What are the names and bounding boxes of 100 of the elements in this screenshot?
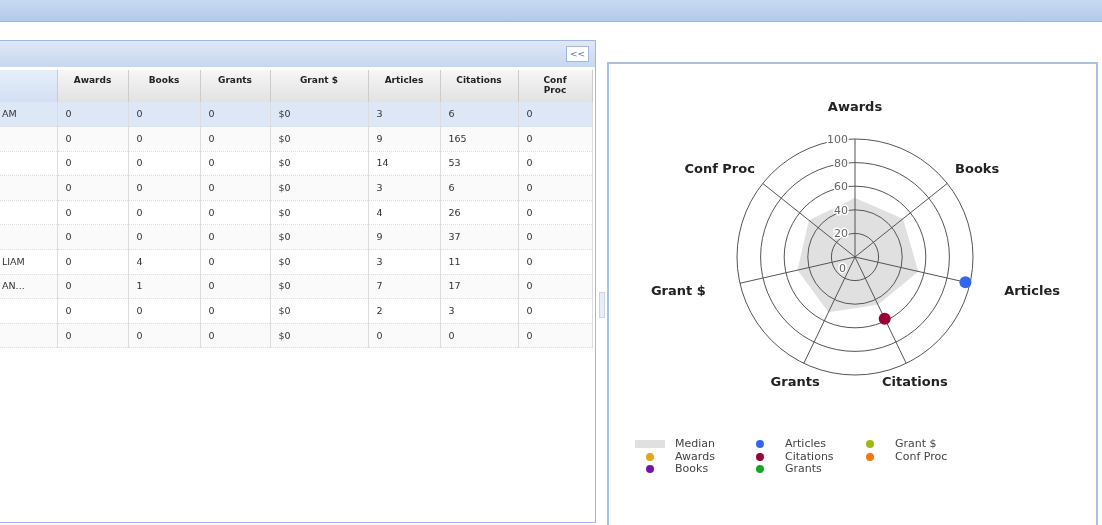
table-cell: 0 [526, 181, 533, 193]
table-cell: 0 [526, 206, 533, 218]
collapse-button[interactable]: << [565, 46, 589, 62]
table-cell: $0 [278, 206, 291, 218]
table-cell: 0 [65, 206, 72, 218]
table-cell: 0 [208, 304, 215, 316]
axis-label: Articles [1004, 283, 1060, 299]
table-cell: 0 [65, 181, 72, 193]
column-header[interactable]: Awards [57, 70, 128, 102]
table-cell: 7 [376, 280, 383, 292]
table-cell: 3 [448, 304, 455, 316]
table-cell: 0 [65, 107, 72, 119]
table-cell: LIAM [2, 255, 25, 267]
table-cell: 26 [448, 206, 461, 218]
table-cell: 0 [136, 304, 143, 316]
legend-label[interactable]: Books [675, 463, 709, 476]
legend-label[interactable]: Grants [785, 463, 822, 476]
table-cell: 0 [136, 181, 143, 193]
table-cell: 0 [65, 280, 72, 292]
table-cell: $0 [278, 181, 291, 193]
table-cell: 0 [526, 255, 533, 267]
table-cell: AN... [2, 280, 25, 292]
table-cell: 6 [448, 181, 455, 193]
axis-label: Citations [882, 373, 948, 389]
table-cell: 0 [526, 329, 533, 341]
table-cell: 0 [136, 132, 143, 144]
data-point[interactable] [878, 312, 891, 325]
table-cell: 0 [526, 132, 533, 144]
table-cell: 37 [448, 231, 461, 243]
table-cell: 9 [376, 132, 383, 144]
table-cell: 0 [136, 206, 143, 218]
table-cell: 0 [208, 329, 215, 341]
table-cell: 0 [65, 304, 72, 316]
table-cell: 0 [136, 231, 143, 243]
table-cell: $0 [278, 280, 291, 292]
axis-label: Books [955, 161, 1000, 177]
table-cell: 0 [65, 231, 72, 243]
table-cell: 0 [65, 132, 72, 144]
table-cell: 0 [526, 304, 533, 316]
column-header[interactable]: Grants [200, 70, 270, 102]
legend-label[interactable]: Awards [675, 450, 715, 463]
table-cell: 3 [376, 107, 383, 119]
table-cell: 53 [448, 157, 461, 169]
column-header[interactable]: Articles [368, 70, 440, 102]
table-cell: $0 [278, 132, 291, 144]
table-cell: 0 [136, 329, 143, 341]
tick-label: 20 [834, 227, 848, 241]
table-cell: $0 [278, 107, 291, 119]
legend-label[interactable]: Grant $ [895, 438, 937, 451]
table-cell: $0 [278, 304, 291, 316]
column-header[interactable]: Books [128, 70, 200, 102]
axis-label: Grants [770, 373, 820, 389]
table-cell: 4 [376, 206, 383, 218]
table-cell: 14 [376, 157, 389, 169]
data-point[interactable] [959, 276, 972, 289]
table-cell: 6 [448, 107, 455, 119]
table-cell: 1 [136, 280, 143, 292]
table-cell: 0 [376, 329, 383, 341]
table-cell: 0 [526, 280, 533, 292]
table-cell: 4 [136, 255, 143, 267]
table-cell: $0 [278, 157, 291, 169]
table-cell: 9 [376, 231, 383, 243]
column-header[interactable]: Conf Proc [518, 70, 592, 102]
table-cell: 0 [136, 107, 143, 119]
table-cell: 0 [208, 157, 215, 169]
table-cell: 0 [448, 329, 455, 341]
table-cell: 0 [136, 157, 143, 169]
column-header[interactable]: Citations [440, 70, 518, 102]
table-cell: 3 [376, 255, 383, 267]
table-cell: 0 [208, 231, 215, 243]
splitter-handle[interactable] [599, 292, 605, 318]
table-cell: $0 [278, 329, 291, 341]
table-cell: 0 [208, 255, 215, 267]
table-cell: 0 [208, 206, 215, 218]
legend-label[interactable]: Median [675, 438, 715, 451]
table-cell: 0 [65, 329, 72, 341]
table-cell: 0 [526, 157, 533, 169]
legend-label[interactable]: Citations [785, 450, 834, 463]
table-cell: 11 [448, 255, 461, 267]
table-cell: 0 [208, 132, 215, 144]
legend-label[interactable]: Articles [785, 438, 827, 451]
tick-label: 0 [839, 262, 846, 275]
axis-label: Grant $ [650, 283, 706, 299]
table-cell: 0 [208, 107, 215, 119]
legend-label[interactable]: Conf Proc [895, 450, 948, 463]
axis-label: Awards [827, 99, 883, 114]
table-cell: 0 [208, 181, 215, 193]
table-cell: 0 [526, 231, 533, 243]
table-cell: 0 [65, 157, 72, 169]
table-cell: $0 [278, 231, 291, 243]
table-cell: 17 [448, 280, 461, 292]
table-cell: 2 [376, 304, 383, 316]
table-cell: $0 [278, 255, 291, 267]
table-cell: 3 [376, 181, 383, 193]
column-header[interactable]: Grant $ [270, 70, 368, 102]
table-cell: AM [2, 107, 17, 119]
table-cell: 0 [65, 255, 72, 267]
table-cell: 0 [208, 280, 215, 292]
table-cell: 165 [448, 132, 467, 144]
table-cell: 0 [526, 107, 533, 119]
